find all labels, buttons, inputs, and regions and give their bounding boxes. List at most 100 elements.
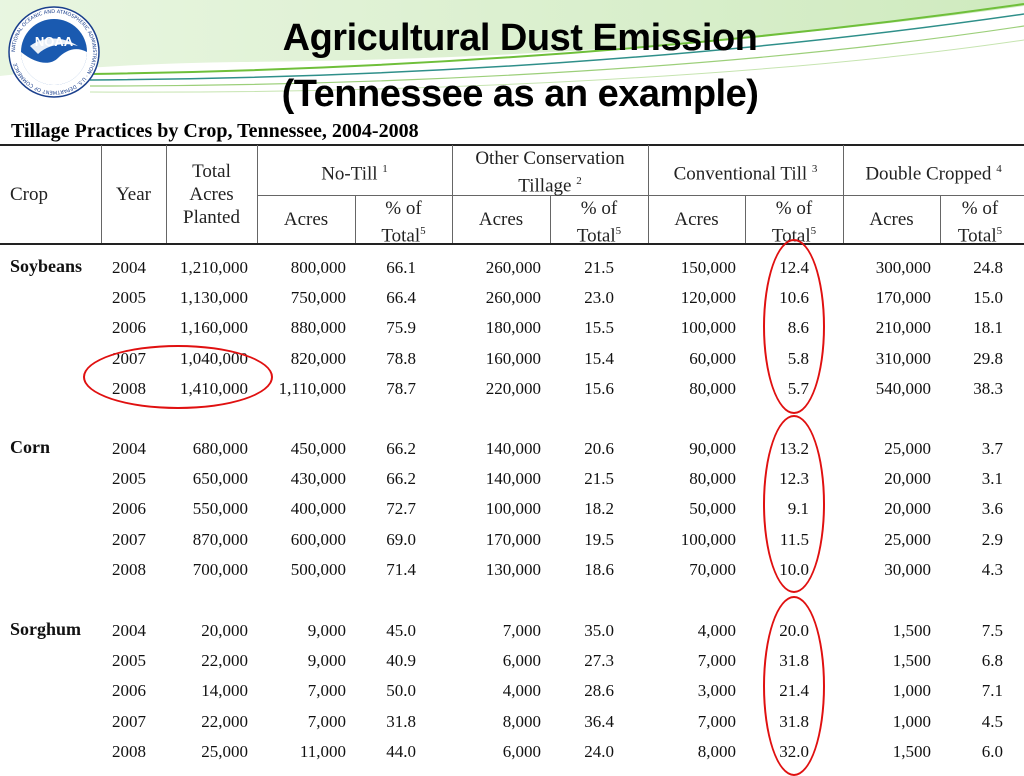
table-cell: 140,000	[485, 469, 541, 489]
table-cell: 80,000	[689, 378, 736, 398]
table-cell: 15.4	[584, 348, 614, 368]
table-cell: 7.5	[981, 621, 1003, 640]
table-cell: 7,000	[697, 711, 736, 731]
table-cell: 1,500	[892, 621, 931, 640]
table-cell: 600,000	[290, 529, 346, 549]
table-cell: 430,000	[290, 469, 346, 489]
table-cell: 800,000	[290, 258, 346, 277]
table-cell: 66.2	[386, 439, 416, 458]
cell-year: 2007	[112, 711, 146, 731]
table-cell: 21.4	[779, 681, 809, 701]
table-cell: 100,000	[680, 318, 736, 338]
table-cell: 1,500	[892, 651, 931, 671]
table-cell: 100,000	[680, 529, 736, 549]
table-cell: 220,000	[485, 378, 541, 398]
cell-year: 2004	[112, 439, 146, 458]
table-cell: 22,000	[201, 711, 248, 731]
table-cell: 3.1	[981, 469, 1003, 489]
table-cell: 13.2	[779, 439, 809, 458]
cell-year: 2004	[112, 621, 146, 640]
crop-label: Corn	[10, 437, 50, 457]
table-cell: 15.0	[973, 288, 1003, 308]
subheader-pct: % of Total5	[771, 198, 817, 247]
table-cell: 30,000	[884, 559, 931, 579]
table-cell: 5.8	[787, 348, 809, 368]
table-cell: 170,000	[875, 288, 931, 308]
table-cell: 8.6	[787, 318, 809, 338]
table-cell: 20,000	[884, 499, 931, 519]
table-cell: 19.5	[584, 529, 614, 549]
table-cell: 35.0	[584, 621, 614, 640]
table-cell: 18.2	[584, 499, 614, 519]
subheader-acres: Acres	[869, 209, 914, 230]
table-cell: 1,500	[892, 741, 931, 761]
table-cell: 44.0	[386, 741, 416, 761]
header-crop: Crop	[10, 184, 48, 205]
cell-year: 2006	[112, 681, 146, 701]
table-cell: 23.0	[584, 288, 614, 308]
table-cell: 25,000	[884, 439, 931, 458]
table-cell: 260,000	[485, 258, 541, 277]
table-cell: 820,000	[290, 348, 346, 368]
table-cell: 11,000	[299, 741, 346, 761]
subheader-acres: Acres	[674, 209, 719, 230]
table-rule-top	[0, 144, 1024, 146]
table-cell: 11.5	[779, 529, 809, 549]
table-cell: 10.6	[779, 288, 809, 308]
table-cell: 36.4	[584, 711, 614, 731]
table-cell: 210,000	[875, 318, 931, 338]
table-cell: 31.8	[386, 711, 416, 731]
table-cell: 550,000	[192, 499, 248, 519]
table-cell: 71.4	[386, 559, 416, 579]
subheader-pct: % of Total5	[957, 198, 1003, 247]
table-cell: 14,000	[201, 681, 248, 701]
table-cell: 120,000	[680, 288, 736, 308]
table-cell: 8,000	[697, 741, 736, 761]
cell-year: 2008	[112, 559, 146, 579]
table-cell: 3.6	[981, 499, 1003, 519]
table-cell: 7,000	[307, 681, 346, 701]
table-cell: 750,000	[290, 288, 346, 308]
logo-text: NOAA	[35, 34, 74, 49]
table-cell: 9.1	[787, 499, 809, 519]
subheader-acres: Acres	[478, 209, 524, 230]
table-cell: 880,000	[290, 318, 346, 338]
table-cell: 66.1	[386, 258, 416, 277]
slide-title-line1: Agricultural Dust Emission	[282, 17, 758, 59]
table-cell: 650,000	[192, 469, 248, 489]
cell-year: 2004	[112, 258, 146, 277]
subheader-acres: Acres	[283, 209, 329, 230]
table-cell: 870,000	[192, 529, 248, 549]
table-cell: 1,040,000	[180, 348, 248, 368]
table-cell: 40.9	[386, 651, 416, 671]
table-cell: 500,000	[290, 559, 346, 579]
table-cell: 4.3	[981, 559, 1003, 579]
cell-year: 2007	[112, 529, 146, 549]
table-cell: 20,000	[201, 621, 248, 640]
header-double-cropped: Double Cropped 4	[865, 163, 1002, 185]
table-cell: 7.1	[981, 681, 1003, 701]
table-cell: 60,000	[689, 348, 736, 368]
table-cell: 29.8	[973, 348, 1003, 368]
table-cell: 7,000	[307, 711, 346, 731]
header-year: Year	[115, 184, 151, 205]
cell-year: 2005	[112, 651, 146, 671]
crop-label: Sorghum	[10, 619, 82, 639]
cell-year: 2006	[112, 318, 146, 338]
table-cell: 24.0	[584, 741, 614, 761]
table-cell: 20.0	[779, 621, 809, 640]
table-cell: 18.6	[584, 559, 614, 579]
table-cell: 20,000	[884, 469, 931, 489]
table-cell: 32.0	[779, 741, 809, 761]
table-cell: 100,000	[485, 499, 541, 519]
table-cell: 24.8	[973, 258, 1003, 277]
table-cell: 700,000	[192, 559, 248, 579]
table-cell: 4,000	[697, 621, 736, 640]
table-cell: 66.2	[386, 469, 416, 489]
table-cell: 1,130,000	[180, 288, 248, 308]
table-cell: 18.1	[973, 318, 1003, 338]
table-cell: 310,000	[875, 348, 931, 368]
table-cell: 28.6	[584, 681, 614, 701]
table-cell: 450,000	[290, 439, 346, 458]
table-cell: 130,000	[485, 559, 541, 579]
